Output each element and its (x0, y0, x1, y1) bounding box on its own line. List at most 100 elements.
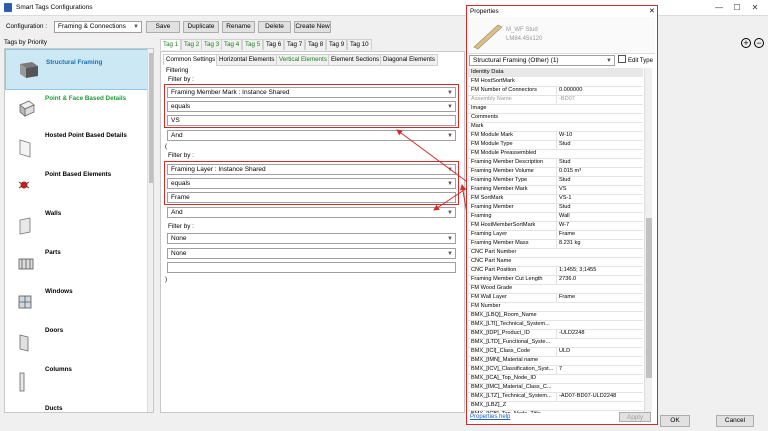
property-value[interactable]: Stud (556, 203, 645, 212)
tab-horizontal-elements[interactable]: Horizontal Elements (216, 54, 278, 66)
property-value[interactable]: Stud (556, 158, 645, 167)
tab-common-settings[interactable]: Common Settings (163, 54, 219, 65)
tab-tag-6[interactable]: Tag 6 (263, 39, 285, 50)
sidebar-scrollbar[interactable] (147, 49, 153, 412)
list-item[interactable]: Doors (5, 322, 147, 361)
property-value[interactable]: Frame (556, 293, 645, 302)
filter-1-field-value: Framing Member Mark : Instance Shared (171, 89, 290, 96)
tab-vertical-elements[interactable]: Vertical Elements (276, 54, 330, 66)
list-item[interactable]: Point & Face Based Details (5, 88, 147, 127)
tab-element-sections[interactable]: Element Sections (328, 54, 383, 66)
edit-type-button[interactable]: Edit Type (618, 55, 656, 66)
property-name: FM Module Mark (471, 132, 513, 138)
close-icon[interactable]: ✕ (748, 2, 762, 14)
properties-scrollbar[interactable] (644, 68, 652, 413)
property-name: Framing Member Cut Length (471, 276, 543, 282)
list-item[interactable]: Hosted Point Based Details (5, 127, 147, 166)
property-name: BMX_[LTI]_Technical_System... (471, 321, 550, 327)
property-value[interactable]: 0.015 m³ (556, 167, 645, 176)
property-value[interactable]: 2736.0 (556, 275, 645, 284)
paren-open: ( (165, 143, 168, 150)
properties-help-link[interactable]: Properties help (470, 414, 510, 420)
apply-button[interactable]: Apply (619, 412, 651, 422)
filter-3-operator-select[interactable]: None ▼ (167, 248, 456, 259)
property-name: CNC Part Name (471, 258, 512, 264)
logic-and-select-1[interactable]: And ▼ (167, 130, 456, 141)
tab-tag-10[interactable]: Tag 10 (347, 39, 372, 50)
delete-button[interactable]: Delete (258, 21, 291, 33)
property-value[interactable]: -BD07 (556, 95, 645, 104)
list-item[interactable]: Ducts (5, 400, 147, 412)
filter-3-value-input[interactable] (167, 262, 456, 273)
list-item[interactable]: Walls (5, 205, 147, 244)
property-value[interactable]: 7 (556, 365, 645, 374)
tags-by-priority-label: Tags by Priority (4, 39, 48, 46)
sidebar-item-label: Walls (45, 210, 62, 217)
property-value[interactable]: Wall (556, 212, 645, 221)
property-value[interactable]: -AD07-BD07-ULD2248 (556, 392, 645, 401)
list-item[interactable]: Columns (5, 361, 147, 400)
list-item[interactable]: Structural Framing (5, 49, 149, 90)
tags-priority-list[interactable]: Structural Framing Point & Face Based De… (4, 48, 154, 413)
rename-button[interactable]: Rename (222, 21, 255, 33)
filter-1-value-input[interactable]: VS (167, 115, 456, 126)
add-tag-icon[interactable]: + (741, 38, 751, 48)
tab-tag-2[interactable]: Tag 2 (181, 39, 203, 50)
filter-3-field-select[interactable]: None ▼ (167, 233, 456, 244)
configuration-select[interactable]: Framing & Connections ▼ (54, 21, 142, 33)
tab-tag-8[interactable]: Tag 8 (305, 39, 327, 50)
cancel-button[interactable]: Cancel (716, 415, 754, 427)
cube-icon (19, 100, 35, 117)
tab-diagonal-elements[interactable]: Diagonal Elements (380, 54, 438, 66)
tab-tag-9[interactable]: Tag 9 (326, 39, 348, 50)
property-value[interactable]: W-10 (556, 131, 645, 140)
list-item[interactable]: Windows (5, 283, 147, 322)
instance-selector[interactable]: Structural Framing (Other) (1) ▼ (469, 55, 615, 66)
property-value[interactable]: VS-1 (556, 194, 645, 203)
filter-1-field-select[interactable]: Framing Member Mark : Instance Shared ▼ (167, 87, 456, 98)
property-value[interactable]: VS (556, 185, 645, 194)
filter-1-operator-value: equals (171, 103, 191, 110)
filter-2-field-select[interactable]: Framing Layer : Instance Shared ▼ (167, 164, 456, 175)
property-value[interactable]: ULD (556, 347, 645, 356)
window-title: Smart Tags Configurations (16, 4, 93, 11)
column-icon (19, 372, 25, 392)
tab-tag-4[interactable]: Tag 4 (221, 39, 243, 50)
filter-2-operator-select[interactable]: equals ▼ (167, 178, 456, 189)
scrollbar-thumb[interactable] (646, 218, 652, 378)
filter-2-operator-value: equals (171, 180, 191, 187)
tab-tag-3[interactable]: Tag 3 (201, 39, 223, 50)
property-value[interactable]: W-7 (556, 221, 645, 230)
filter-2-field-value: Framing Layer : Instance Shared (171, 166, 266, 173)
sidebar-item-label: Hosted Point Based Details (45, 132, 127, 139)
tab-tag-7[interactable]: Tag 7 (284, 39, 306, 50)
minimize-icon[interactable]: — (712, 2, 726, 14)
remove-tag-icon[interactable]: − (754, 38, 764, 48)
save-button[interactable]: Save (146, 21, 180, 33)
close-icon[interactable]: ✕ (649, 7, 655, 15)
list-item[interactable]: Point Based Elements (5, 166, 147, 205)
filter-2-value-input[interactable]: Frame (167, 192, 456, 203)
maximize-icon[interactable]: ☐ (730, 2, 744, 14)
ok-button[interactable]: OK (660, 415, 690, 427)
property-value[interactable]: 8.231 kg (556, 239, 645, 248)
filter-1-operator-select[interactable]: equals ▼ (167, 101, 456, 112)
logic-and-select-2[interactable]: And ▼ (167, 207, 456, 218)
properties-grid[interactable]: FM HostSortMark FM Number of Connectors 0.… (467, 77, 645, 413)
property-value[interactable]: 0.000000 (556, 86, 645, 95)
property-value[interactable]: -ULD2248 (556, 329, 645, 338)
duplicate-button[interactable]: Duplicate (183, 21, 219, 33)
property-value[interactable]: Frame (556, 230, 645, 239)
property-name: FM SortMark (471, 195, 504, 201)
scrollbar-thumb[interactable] (149, 53, 153, 183)
property-value[interactable]: Stud (556, 176, 645, 185)
tab-tag-1[interactable]: Tag 1 (160, 39, 182, 50)
property-value[interactable]: 1;1455; 3;1455 (556, 266, 645, 275)
property-name: FM Wood Grade (471, 285, 513, 291)
tab-tag-5[interactable]: Tag 5 (242, 39, 264, 50)
property-row[interactable]: BMX_[ICB]_Top_Node_Title (468, 410, 643, 413)
configuration-label: Configuration : (6, 23, 47, 30)
create-new-button[interactable]: Create New (294, 21, 331, 33)
property-value[interactable]: Stud (556, 140, 645, 149)
list-item[interactable]: Parts (5, 244, 147, 283)
